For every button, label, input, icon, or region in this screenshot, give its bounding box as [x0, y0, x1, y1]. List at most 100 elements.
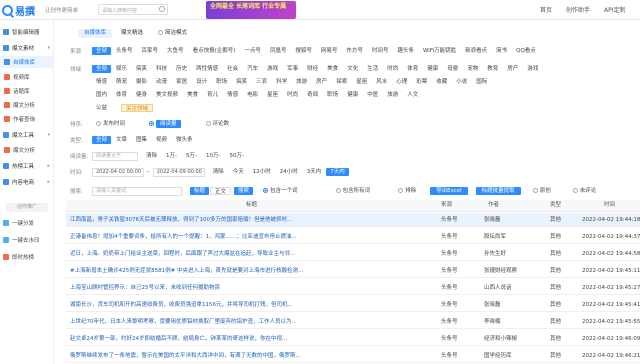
- table-row[interactable]: 上海宝山顾村管控界示：自己25号以来，未收到任何援助物资 头条号 山西人说话 其他 20…: [66, 281, 640, 295]
- source-chip[interactable]: 网易号: [317, 47, 342, 55]
- sidebar-group-materials[interactable]: 爆文素材 ▾: [0, 42, 54, 54]
- source-chip[interactable]: 简书: [492, 47, 511, 55]
- sidebar-item-analysis[interactable]: 爆文分析: [0, 99, 54, 111]
- time-option[interactable]: 今天: [229, 168, 248, 176]
- source-chip[interactable]: 新浪看点: [461, 47, 491, 55]
- field-chip[interactable]: 小说: [452, 78, 471, 86]
- row-title[interactable]: 赵文卓24岁第一部，约好24岁即结婚后不顾，结局身亡。钟某某的哥这样说，你在中视…: [70, 332, 430, 346]
- field-chip[interactable]: 情感: [92, 78, 111, 86]
- source-chip[interactable]: 大鱼号: [163, 47, 188, 55]
- source-chip[interactable]: 东方号: [342, 47, 367, 55]
- table-row[interactable]: 上世纪70年代，日本人来黎明考察，竟要用优质铝材换取厂里废弃的铝炉渣，工作人员以…: [66, 315, 640, 329]
- option-exclude[interactable]: 排除: [394, 187, 420, 195]
- field-chip[interactable]: 旅游: [292, 78, 311, 86]
- sidebar-group-tools[interactable]: 爆文工具 ▾: [0, 129, 54, 141]
- field-chip[interactable]: 美食: [323, 65, 342, 73]
- tab-simple-mode[interactable]: 简洁模式: [152, 29, 193, 38]
- sidebar-group-ecommerce[interactable]: 内容电商 ▸: [0, 176, 54, 188]
- type-chip[interactable]: 文章: [112, 136, 131, 144]
- field-chip[interactable]: 时尚: [283, 91, 302, 99]
- field-chip[interactable]: 健身: [132, 91, 151, 99]
- field-chip[interactable]: 三农: [252, 78, 271, 86]
- promo-banner[interactable]: 全网最全 长尾词库 行业专属: [206, 1, 296, 19]
- type-chip[interactable]: 全部: [92, 136, 112, 144]
- time-option[interactable]: 12小时: [249, 168, 275, 176]
- sidebar-item-author[interactable]: 作者查询: [0, 113, 54, 125]
- field-chip[interactable]: 体育: [403, 65, 422, 73]
- field-chip[interactable]: 社会: [223, 65, 242, 73]
- search-icon[interactable]: [159, 6, 165, 12]
- focus-field-button[interactable]: 关注领域: [121, 104, 154, 112]
- field-chip[interactable]: 科技: [152, 65, 171, 73]
- field-chip[interactable]: 文化: [343, 65, 362, 73]
- date-to-input[interactable]: 2022-04-09 00:00: [152, 167, 205, 177]
- source-chip[interactable]: QQ看点: [512, 47, 540, 55]
- sidebar-item-distribute[interactable]: 一键分发: [0, 217, 54, 229]
- field-chip[interactable]: 情感: [223, 91, 242, 99]
- row-title[interactable]: #上海新增本土确诊425例无症状8581例# 中央进入上海，首先就是要对上海市进…: [70, 264, 430, 278]
- source-chip[interactable]: 趣头条: [393, 47, 418, 55]
- field-chip[interactable]: 公益: [92, 104, 111, 112]
- sort-read-count[interactable]: 阅读量: [145, 120, 186, 128]
- table-row[interactable]: 赵文卓24岁第一部，约好24岁即结婚后不顾，结局身亡。钟某某的哥这样说，你在中视…: [66, 332, 640, 346]
- source-chip[interactable]: WiFi万能钥匙: [419, 47, 460, 55]
- field-chip[interactable]: [112, 104, 120, 112]
- field-chip[interactable]: 财经: [303, 65, 322, 73]
- source-chip[interactable]: 搜狐号: [291, 47, 316, 55]
- row-title[interactable]: 近日，上海。奶奶带上门给业主送菜，回程时，后面跟了声过大爆盆在追赶，导致业主与邻…: [70, 247, 430, 261]
- field-chip[interactable]: 探索: [332, 78, 351, 86]
- logo[interactable]: 易撰: [2, 2, 35, 18]
- source-chip[interactable]: 时间号: [368, 47, 393, 55]
- nav-creator[interactable]: 创作助手: [566, 5, 590, 14]
- field-chip[interactable]: 奇闻: [303, 91, 322, 99]
- field-chip[interactable]: 旅游: [383, 91, 402, 99]
- option-original[interactable]: 原创: [529, 187, 555, 195]
- field-chip[interactable]: 收藏: [432, 78, 451, 86]
- sidebar-item-tool-analysis[interactable]: 爆文分析: [0, 144, 54, 156]
- time-option[interactable]: 3天内: [303, 168, 326, 176]
- field-chip[interactable]: 美文视频: [152, 91, 182, 99]
- field-chip[interactable]: 健康: [423, 65, 442, 73]
- table-row[interactable]: 正港备伟息！增加4个重要词条，给所有人的一个提醒：1、鸿蒙……；比亚迪宣布停止燃…: [66, 230, 640, 244]
- field-chip[interactable]: 国内: [92, 91, 111, 99]
- option-contain-one[interactable]: 包含一个词: [259, 187, 302, 195]
- field-chip[interactable]: 摄影: [132, 78, 151, 86]
- read-count-input[interactable]: 阅读量大于: [92, 151, 138, 161]
- field-chip[interactable]: 育儿: [203, 91, 222, 99]
- table-row[interactable]: 湖南长沙，货车司机和开的高速收费员，收费员强迫拿1156元，并将导司机打残，但司…: [66, 298, 640, 312]
- keyword-input[interactable]: 请输入关键词: [92, 186, 182, 196]
- field-chip[interactable]: 科学: [272, 78, 291, 86]
- sort-publish-time[interactable]: 发布时间: [92, 120, 129, 128]
- field-chip[interactable]: 星座: [352, 78, 371, 86]
- field-chip[interactable]: 历史: [172, 65, 191, 73]
- field-chip[interactable]: 房产: [312, 78, 331, 86]
- field-chip[interactable]: 教育: [483, 65, 502, 73]
- sidebar-item-video[interactable]: 视频库: [0, 71, 54, 83]
- search-mode-title[interactable]: 标题: [190, 187, 210, 195]
- sidebar-item-hotlist[interactable]: 即时热榜: [0, 251, 54, 263]
- table-row[interactable]: #上海新增本土确诊425例无症状8581例# 中央进入上海，首先就是要对上海市进…: [66, 264, 640, 278]
- table-row[interactable]: 俄罗斯继续发布了一条地震，暂示在美国的太平洋和大西洋中间，有满了无数的中国，俄罗…: [66, 349, 640, 363]
- field-chip[interactable]: 时尚: [383, 65, 402, 73]
- row-title[interactable]: 上海宝山顾村管控界示：自己25号以来，未收到任何援助物资: [70, 281, 430, 295]
- tab-featured[interactable]: 爆文精选: [115, 29, 149, 38]
- read-option[interactable]: 1万-: [162, 152, 181, 160]
- field-chip[interactable]: 美食: [183, 91, 202, 99]
- field-chip[interactable]: 游戏: [523, 65, 542, 73]
- field-chip[interactable]: 汽车: [243, 65, 262, 73]
- field-chip[interactable]: 搞笑: [132, 65, 151, 73]
- row-title[interactable]: 正港备伟息！增加4个重要词条，给所有人的一个提醒：1、鸿蒙……；比亚迪宣布停止燃…: [70, 230, 430, 244]
- read-option[interactable]: 10万-: [202, 152, 224, 160]
- field-chip[interactable]: 动漫: [152, 78, 171, 86]
- field-chip[interactable]: 生活: [363, 65, 382, 73]
- field-chip[interactable]: 彩票: [412, 78, 431, 86]
- tab-media-library[interactable]: 自媒体库: [78, 29, 113, 38]
- header-author[interactable]: 作者: [488, 200, 499, 211]
- sort-comment-count[interactable]: 评论数: [202, 120, 234, 128]
- search-button[interactable]: 搜索: [234, 187, 254, 195]
- field-chip[interactable]: 心理: [392, 78, 411, 86]
- read-option[interactable]: 5万-: [182, 152, 201, 160]
- time-option[interactable]: 清除: [209, 168, 228, 176]
- field-chip[interactable]: 职场: [212, 78, 231, 86]
- field-chip[interactable]: 电影: [243, 91, 262, 99]
